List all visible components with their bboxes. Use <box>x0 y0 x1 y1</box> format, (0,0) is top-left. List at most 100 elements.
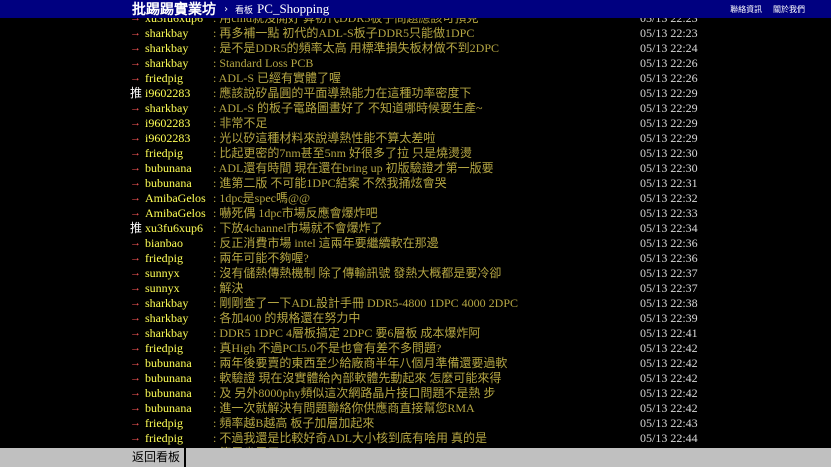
comment-row: → bubunana: 軟驗證 現在沒實體給內部軟體先動起來 怎麼可能來得 05/1… <box>0 371 831 386</box>
comment-content: : 軟驗證 現在沒實體給內部軟體先動起來 怎麼可能來得 <box>213 371 502 385</box>
comment-user-link[interactable]: friedpig <box>145 71 183 86</box>
comment-user-link[interactable]: friedpig <box>145 146 183 161</box>
comment-content: : 比起更密的7nm甚至5nm 好很多了拉 只是燒燙燙 <box>213 146 473 160</box>
contact-link[interactable]: 聯絡資訊 <box>730 5 762 14</box>
comment-tag-icon: → <box>130 312 141 324</box>
comment-content: : 兩年可能不夠喔? <box>213 251 309 265</box>
about-link[interactable]: 關於我們 <box>773 5 805 14</box>
comment-content: : 真High 不過PCI5.0不是也會有差不多問題? <box>213 341 442 355</box>
comment-tag-icon: → <box>130 327 141 339</box>
comment-time: 05/13 22:42 <box>640 341 698 355</box>
comment-row: → friedpig: 頻率越B越高 板子加層加起來 05/13 22:43 <box>0 416 831 431</box>
comment-user-link[interactable]: sharkbay <box>145 26 188 41</box>
comment-user-link[interactable]: bubunana <box>145 386 192 401</box>
comment-list: → xu3fu6xup6: 用cmd就沒開好 算初代DDR5板子問題應該可預見 05… <box>0 11 831 461</box>
comment-user-link[interactable]: sharkbay <box>145 41 188 56</box>
comment-content: : 解決 <box>213 281 244 295</box>
comment-content: : 各加400 的規格還在努力中 <box>213 311 361 325</box>
comment-tag-icon: → <box>130 402 141 414</box>
comment-content: : 沒有儲熱傳熱機制 除了傳輸訊號 發熱大概都是要冷卻 <box>213 266 502 280</box>
comment-user-link[interactable]: xu3fu6xup6 <box>145 221 203 236</box>
comment-user-link[interactable]: sharkbay <box>145 326 188 341</box>
comment-content: : Standard Loss PCB <box>213 56 314 70</box>
comment-row: → bubunana: 進第二版 不可能1DPC結案 不然我捅炫會哭 05/13 2… <box>0 176 831 191</box>
comment-row: → sharkbay: 剛剛查了一下ADL設計手冊 DDR5-4800 1DPC … <box>0 296 831 311</box>
comment-time: 05/13 22:26 <box>640 56 698 70</box>
comment-user-link[interactable]: bubunana <box>145 371 192 386</box>
comment-tag-icon: → <box>130 207 141 219</box>
site-logo[interactable]: 批踢踢實業坊 <box>132 0 216 19</box>
comment-row: → sunnyx: 沒有儲熱傳熱機制 除了傳輸訊號 發熱大概都是要冷卻 05/13 … <box>0 266 831 281</box>
comment-tag-icon: → <box>130 372 141 384</box>
comment-user-link[interactable]: sharkbay <box>145 311 188 326</box>
comment-time: 05/13 22:34 <box>640 221 698 235</box>
comment-time: 05/13 22:42 <box>640 386 698 400</box>
comment-user-link[interactable]: friedpig <box>145 251 183 266</box>
comment-time: 05/13 22:26 <box>640 71 698 85</box>
comment-tag-icon: → <box>130 282 141 294</box>
comment-tag-icon: → <box>130 192 141 204</box>
comment-user-link[interactable]: bubunana <box>145 401 192 416</box>
breadcrumb-separator: › <box>223 3 230 15</box>
comment-row: 推 xu3fu6xup6: 下放4channel市場就不會爆炸了 05/13 22:… <box>0 221 831 236</box>
comment-time: 05/13 22:41 <box>640 326 698 340</box>
comment-time: 05/13 22:23 <box>640 26 698 40</box>
comment-user-link[interactable]: sunnyx <box>145 281 180 296</box>
comment-row: → friedpig: 真High 不過PCI5.0不是也會有差不多問題? 05/1… <box>0 341 831 356</box>
comment-time: 05/13 22:39 <box>640 311 698 325</box>
comment-user-link[interactable]: bubunana <box>145 176 192 191</box>
comment-tag-icon: → <box>130 132 141 144</box>
comment-row: → bubunana: 及 另外8000phy頻似這次網路晶片接口問題不是熱 步 0… <box>0 386 831 401</box>
comment-content: : 不過我還是比較好奇ADL大小核到底有啥用 真的是 <box>213 431 487 445</box>
comment-tag-icon: → <box>130 117 141 129</box>
board-name-link[interactable]: PC_Shopping <box>257 1 329 17</box>
comment-user-link[interactable]: friedpig <box>145 416 183 431</box>
comment-user-link[interactable]: AmibaGelos <box>145 191 206 206</box>
comment-time: 05/13 22:42 <box>640 401 698 415</box>
comment-tag-icon: → <box>130 417 141 429</box>
comment-time: 05/13 22:32 <box>640 191 698 205</box>
comment-user-link[interactable]: i9602283 <box>145 86 190 101</box>
back-to-board-button[interactable]: 返回看板 <box>130 448 187 467</box>
comment-content: : 反正消費市場 intel 這兩年要繼續軟在那邊 <box>213 236 439 250</box>
comment-user-link[interactable]: bianbao <box>145 236 183 251</box>
comment-user-link[interactable]: i9602283 <box>145 131 190 146</box>
comment-user-link[interactable]: sunnyx <box>145 266 180 281</box>
comment-row: → sharkbay : 各加400 的規格還在努力中 05/13 22:39 <box>0 311 831 326</box>
comment-user-link[interactable]: sharkbay <box>145 296 188 311</box>
comment-content: : 應該說矽晶圓的平面導熱能力在這種功率密度下 <box>213 86 472 100</box>
comment-user-link[interactable]: bubunana <box>145 161 192 176</box>
comment-content: : 再多補一點 初代的ADL-S板子DDR5只能做1DPC <box>213 26 475 40</box>
comment-time: 05/13 22:36 <box>640 236 698 250</box>
comment-tag-icon: 推 <box>130 221 143 235</box>
comment-user-link[interactable]: bubunana <box>145 356 192 371</box>
comment-row: → sharkbay: DDR5 1DPC 4層板搞定 2DPC 要6層板 成本爆… <box>0 326 831 341</box>
comment-tag-icon: → <box>130 162 141 174</box>
comment-row: → sharkbay: ADL-S 的板子電路圖畫好了 不知道哪時候要生產~ 05/… <box>0 101 831 116</box>
comment-time: 05/13 22:24 <box>640 41 698 55</box>
comment-row: → AmibaGelos: 1dpc是spec嗎@@ 05/13 22:32 <box>0 191 831 206</box>
comment-content: : 光以矽這種材料來說導熱性能不算太差啦 <box>213 131 436 145</box>
comment-row: → bubunana : ADL還有時間 現在還在bring up 初版驗證才第一版… <box>0 161 831 176</box>
comment-tag-icon: → <box>130 42 141 54</box>
comment-user-link[interactable]: i9602283 <box>145 116 190 131</box>
comment-user-link[interactable]: sharkbay <box>145 56 188 71</box>
comment-user-link[interactable]: friedpig <box>145 341 183 356</box>
comment-time: 05/13 22:37 <box>640 281 698 295</box>
comment-row: → sharkbay: 是不是DDR5的頻率太高 用標準損失板材做不到2DPC 05… <box>0 41 831 56</box>
comment-user-link[interactable]: friedpig <box>145 431 183 446</box>
header-links: 聯絡資訊 關於我們 <box>724 4 805 15</box>
comment-content: : 兩年後要賣的東西至少給廠商半年八個月準備還要過軟 <box>213 356 508 370</box>
comment-row: 推 i9602283: 應該說矽晶圓的平面導熱能力在這種功率密度下 05/13 22… <box>0 86 831 101</box>
comment-content: : 進一次就解決有問題聯絡你供應商直接幫您RMA <box>213 401 475 415</box>
footer-bar: 返回看板 <box>0 448 831 467</box>
comment-content: : ADL還有時間 現在還在bring up 初版驗證才第一版要 <box>213 161 494 175</box>
comment-user-link[interactable]: AmibaGelos <box>145 206 206 221</box>
comment-content: : 非常不足 <box>213 116 268 130</box>
comment-user-link[interactable]: sharkbay <box>145 101 188 116</box>
comment-row: → i9602283: 非常不足 05/13 22:29 <box>0 116 831 131</box>
comment-time: 05/13 22:43 <box>640 416 698 430</box>
comment-row: → bubunana: 兩年後要賣的東西至少給廠商半年八個月準備還要過軟 05/13… <box>0 356 831 371</box>
comment-time: 05/13 22:37 <box>640 266 698 280</box>
comment-tag-icon: → <box>130 72 141 84</box>
